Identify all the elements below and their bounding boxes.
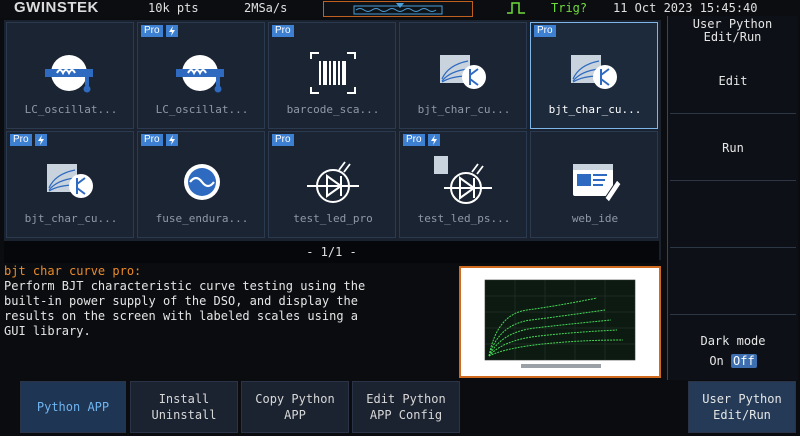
app-label: bjt_char_cu... [548,103,642,116]
app-preview-image [459,266,661,378]
app-tile[interactable]: web_ide [530,131,658,238]
lc-oscillator-icon [45,55,93,93]
side-menu-empty-1 [670,182,796,248]
app-tile[interactable]: Pro test_led_pro [268,131,396,238]
copy-python-app-softkey[interactable]: Copy Python APP [241,381,349,433]
app-grid: LC_oscillat... Pro LC_oscillat... Pro ba… [4,20,661,260]
pro-badge: Pro [141,25,163,37]
app-tile[interactable]: bjt_char_cu... [399,22,527,129]
pro-badge: Pro [272,134,294,146]
app-label: bjt_char_cu... [417,103,511,116]
app-label: barcode_sca... [286,103,380,116]
bolt-icon [165,134,178,146]
pro-badge: Pro [534,25,556,37]
app-description-body: Perform BJT characteristic curve testing… [4,279,366,338]
dark-mode-toggle[interactable]: Dark mode On Off [670,320,796,380]
dark-mode-label: Dark mode [700,334,766,348]
brand-logo: GWINSTEK [14,0,99,16]
python-app-softkey[interactable]: Python APP [20,381,126,433]
dark-mode-on: On [709,354,724,368]
led-icon [307,161,359,203]
run-button[interactable]: Run [670,115,796,181]
edit-python-app-config-softkey[interactable]: Edit Python APP Config [352,381,460,433]
bolt-icon [34,134,47,146]
app-label: test_led_pro [293,212,373,225]
app-tile[interactable]: Pro fuse_endura... [137,131,265,238]
app-label: bjt_char_cu... [24,212,118,225]
app-tile[interactable]: Pro barcode_sca... [268,22,396,129]
app-label: web_ide [571,212,619,225]
app-tile[interactable]: Pro test_led_ps... [399,131,527,238]
app-label: test_led_ps... [417,212,511,225]
led-power-icon [434,156,492,204]
edit-button[interactable]: Edit [670,48,796,114]
lc-oscillator-icon [176,55,224,93]
pro-badge: Pro [141,134,163,146]
app-label: LC_oscillat... [24,103,118,116]
bjt-curve-icon [440,55,486,89]
bolt-icon [165,25,178,37]
side-menu-empty-2 [670,249,796,315]
app-label: LC_oscillat... [155,103,249,116]
side-menu-title: User Python Edit/Run [692,17,773,44]
install-uninstall-softkey[interactable]: Install Uninstall [130,381,238,433]
pro-badge: Pro [403,134,425,146]
bolt-icon [427,134,440,146]
app-description-title: bjt char curve pro: [4,264,142,278]
trigger-edge-icon [507,2,525,14]
bjt-curve-icon [47,164,93,198]
app-tile[interactable]: LC_oscillat... [6,22,134,129]
app-description: bjt char curve pro: Perform BJT characte… [4,264,456,377]
bjt-curve-icon [571,55,617,89]
sample-rate: 2MSa/s [244,1,288,15]
record-length: 10k pts [148,1,199,15]
app-label: fuse_endura... [155,212,249,225]
app-tile[interactable]: Pro LC_oscillat... [137,22,265,129]
pro-badge: Pro [10,134,32,146]
web-ide-icon [573,164,622,203]
datetime: 11 Oct 2023 15:45:40 [613,1,758,15]
fuse-icon [184,164,220,200]
trigger-status: Trig? [551,1,588,15]
app-tile[interactable]: Pro bjt_char_cu... [6,131,134,238]
memory-window [323,1,473,17]
barcode-icon [310,52,356,94]
pro-badge: Pro [272,25,294,37]
user-python-edit-run-softkey[interactable]: User Python Edit/Run [688,381,796,433]
app-tile-selected[interactable]: Pro bjt_char_cu... [530,22,658,129]
dark-mode-off: Off [731,354,757,368]
page-indicator: - 1/1 - [4,241,659,263]
